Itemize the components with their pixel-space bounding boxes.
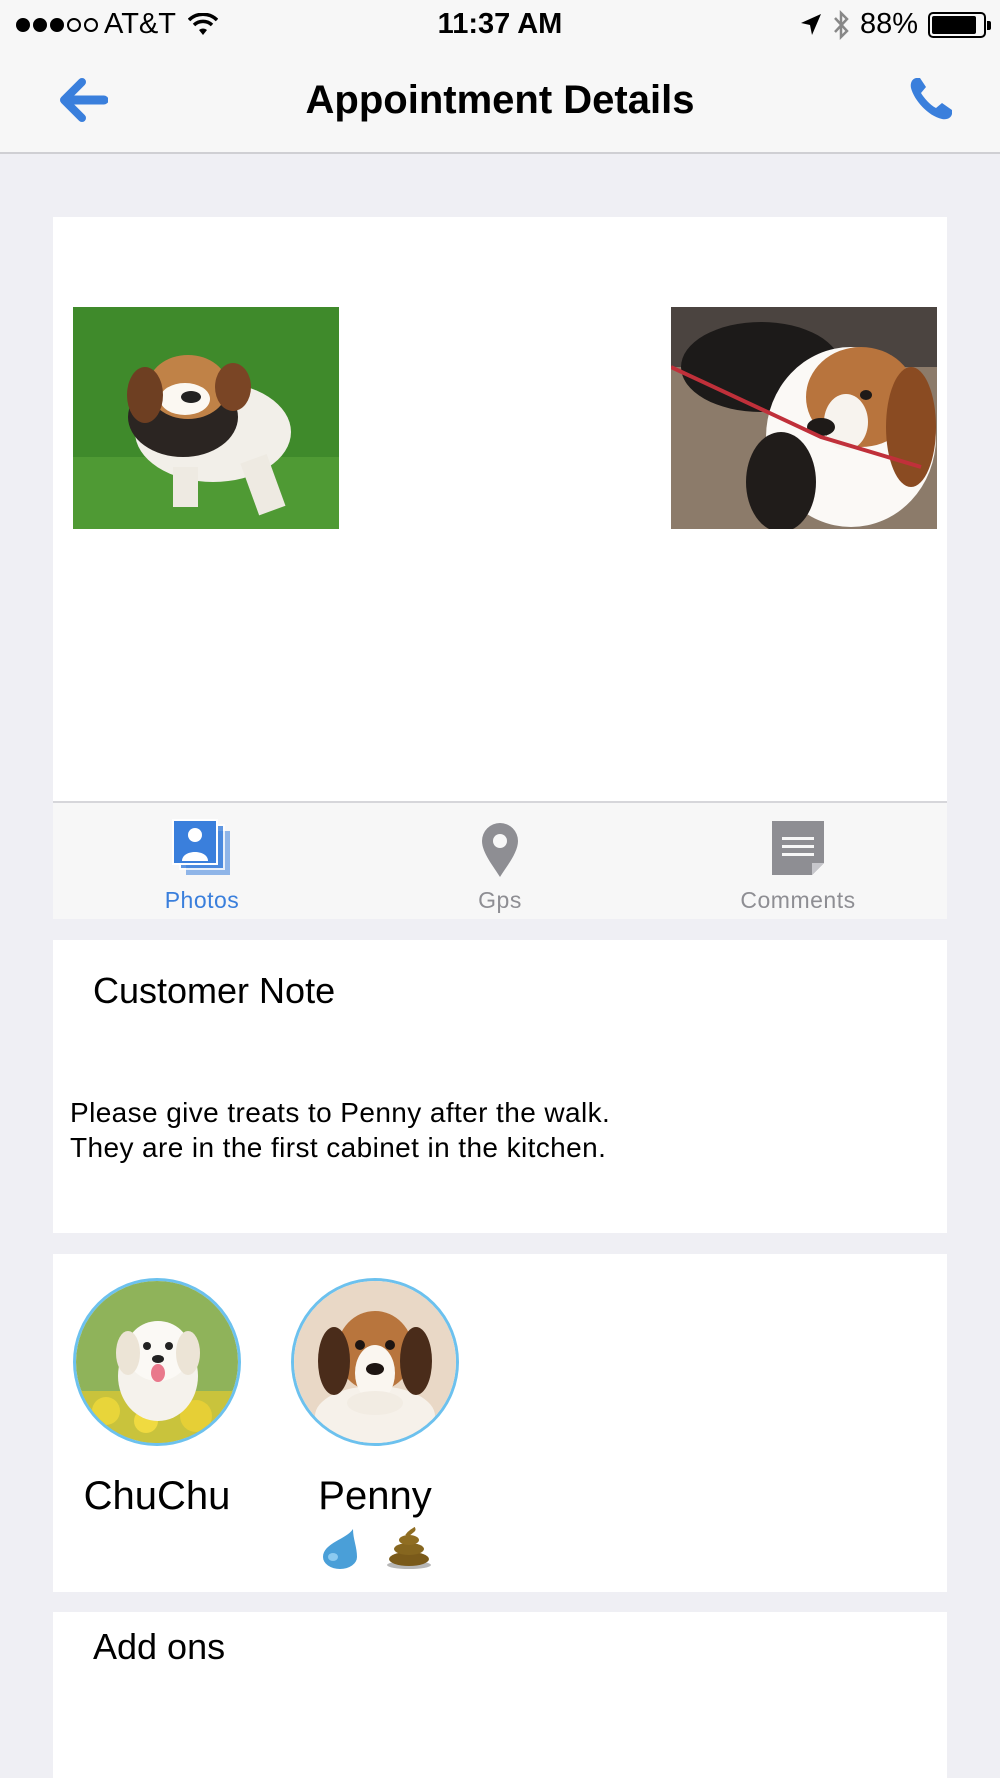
pet-chuchu[interactable]: ChuChu — [73, 1278, 241, 1519]
battery-percent: 88% — [859, 8, 918, 40]
status-right: 88% — [800, 8, 991, 41]
poop-icon — [387, 1527, 431, 1569]
pet-penny[interactable]: Penny — [291, 1278, 459, 1569]
phone-icon[interactable] — [908, 76, 954, 122]
dog-photo-1[interactable] — [73, 307, 339, 529]
pet-name: Penny — [318, 1474, 432, 1518]
avatar[interactable] — [291, 1278, 459, 1446]
addons-card: Add ons — [53, 1612, 947, 1778]
page-title: Appointment Details — [305, 78, 695, 122]
bluetooth-icon — [834, 9, 849, 40]
tab-comments[interactable]: Comments — [649, 803, 947, 919]
tab-gps[interactable]: Gps — [351, 803, 649, 919]
addons-title: Add ons — [93, 1626, 226, 1667]
tab-label-photos: Photos — [164, 887, 240, 913]
status-bar: AT&T 11:37 AM 88% — [0, 0, 1000, 48]
customer-note-text: Please give treats to Penny after the wa… — [70, 1095, 610, 1165]
customer-note-line-1: Please give treats to Penny after the wa… — [70, 1097, 611, 1128]
pet-activity-icons — [291, 1527, 459, 1569]
tab-photos[interactable]: Photos — [53, 803, 351, 919]
battery-level — [932, 15, 976, 34]
tab-label-comments: Comments — [740, 887, 856, 913]
pet-name: ChuChu — [83, 1474, 231, 1518]
customer-note-card: Customer Note Please give treats to Penn… — [53, 940, 947, 1233]
location-arrow-icon — [800, 13, 821, 35]
battery-icon — [928, 11, 991, 38]
map-pin-icon — [482, 823, 518, 877]
customer-note-title: Customer Note — [93, 970, 336, 1011]
pets-card: ChuChu Penny — [53, 1254, 947, 1592]
tab-label-gps: Gps — [478, 887, 522, 913]
dog-photo-2[interactable] — [671, 307, 937, 529]
navigation-bar: Appointment Details — [0, 48, 1000, 154]
avatar[interactable] — [73, 1278, 241, 1446]
water-drop-icon — [323, 1529, 357, 1569]
comments-icon — [772, 821, 824, 875]
detail-tab-bar: Photos Gps Comments — [53, 801, 947, 919]
photos-icon — [172, 819, 230, 875]
photos-panel — [53, 217, 947, 801]
customer-note-line-2: They are in the first cabinet in the kit… — [70, 1132, 607, 1163]
